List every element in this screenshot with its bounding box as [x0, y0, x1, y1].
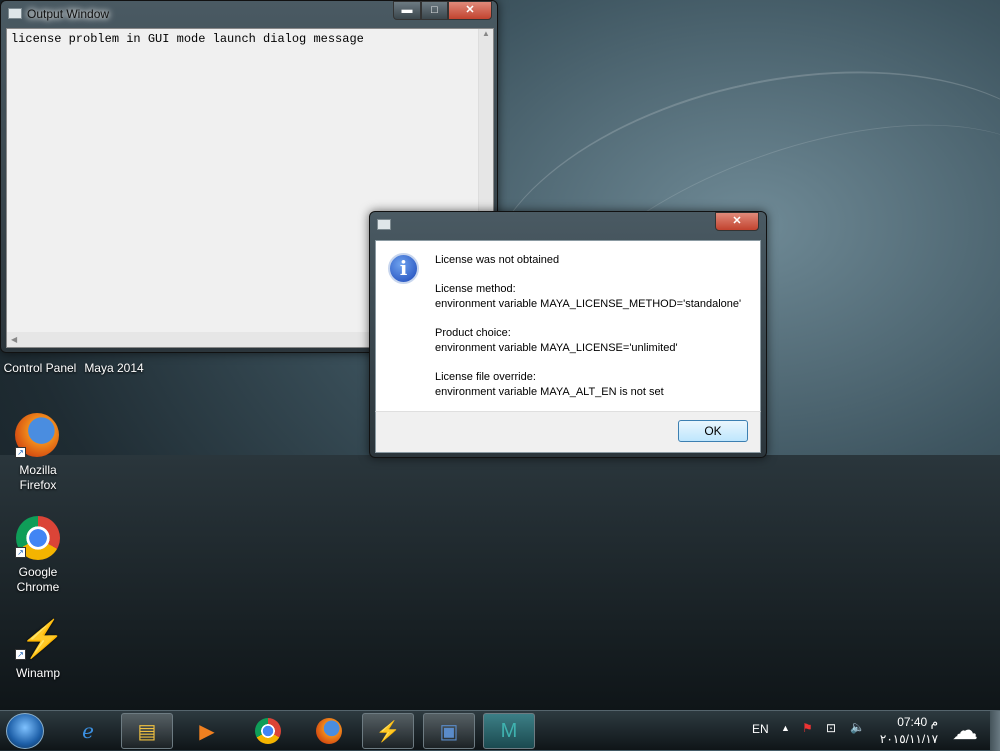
volume-icon[interactable]: 🔈 [850, 720, 865, 734]
window-icon: ▣ [439, 720, 459, 743]
license-dialog: ✕ i License was not obtained License met… [369, 211, 767, 458]
taskbar-explorer[interactable]: ▤ [121, 713, 173, 749]
dialog-content: i License was not obtained License metho… [375, 240, 761, 412]
output-text: license problem in GUI mode launch dialo… [11, 32, 364, 46]
winamp-icon: ⚡ [20, 618, 65, 659]
taskbar: ℯ ▤ ▶ ⚡ ▣ M EN ▲ ⚑ ⊡ 🔈 07:40 م ٢٠١٥/١١/١… [0, 710, 1000, 751]
app-icon [377, 219, 391, 230]
language-indicator[interactable]: EN [752, 722, 769, 736]
start-button[interactable] [6, 713, 44, 749]
close-button[interactable]: ✕ [448, 1, 492, 20]
clock-date[interactable]: ٢٠١٥/١١/١٧ [876, 732, 942, 746]
taskbar-output-window[interactable]: ▣ [423, 713, 475, 749]
info-icon: i [388, 253, 419, 284]
weather-icon[interactable]: ☁ [952, 715, 978, 746]
icon-label: Winamp [15, 666, 60, 680]
app-icon [8, 8, 22, 19]
clock-time[interactable]: 07:40 م [888, 715, 938, 729]
dialog-heading: License was not obtained [435, 254, 560, 266]
folder-icon: ▤ [137, 720, 157, 743]
product-value: environment variable MAYA_LICENSE='unlim… [435, 342, 678, 354]
desktop-label-maya[interactable]: Maya 2014 [82, 361, 146, 376]
taskbar-winamp[interactable]: ⚡ [362, 713, 414, 749]
window-title: Output Window [27, 7, 110, 21]
taskbar-media-player[interactable]: ▶ [181, 713, 233, 749]
ok-button[interactable]: OK [678, 420, 748, 442]
close-button[interactable]: ✕ [715, 212, 759, 231]
show-hidden-icons-button[interactable]: ▲ [781, 723, 790, 733]
override-label: License file override: [435, 371, 536, 383]
taskbar-ie[interactable]: ℯ [62, 713, 114, 749]
icon-label: Firefox [19, 478, 57, 492]
desktop-label-control-panel[interactable]: Control Panel [2, 361, 78, 376]
icon-label: Chrome [16, 580, 60, 594]
wallpaper-floor [0, 455, 1000, 710]
icon-label: Google [18, 565, 58, 579]
dialog-footer: OK [375, 411, 761, 453]
method-label: License method: [435, 283, 516, 295]
action-center-flag-icon[interactable]: ⚑ [802, 721, 813, 735]
maximize-button[interactable]: □ [421, 1, 448, 20]
shortcut-arrow-icon: ↗ [15, 649, 26, 660]
taskbar-firefox[interactable] [303, 713, 355, 749]
taskbar-maya[interactable]: M [483, 713, 535, 749]
media-player-icon: ▶ [199, 720, 215, 743]
product-label: Product choice: [435, 327, 511, 339]
maya-icon: M [500, 719, 518, 742]
icon-label: Mozilla [19, 463, 57, 477]
taskbar-chrome[interactable] [242, 713, 294, 749]
network-icon[interactable]: ⊡ [826, 721, 836, 735]
method-value: environment variable MAYA_LICENSE_METHOD… [435, 298, 742, 310]
show-desktop-button[interactable] [990, 711, 1000, 751]
ie-icon: ℯ [82, 720, 94, 743]
firefox-icon [316, 718, 342, 744]
chrome-icon [255, 718, 281, 744]
minimize-button[interactable]: ▬ [393, 1, 421, 20]
shortcut-arrow-icon: ↗ [15, 447, 26, 458]
winamp-icon: ⚡ [375, 720, 401, 743]
override-value: environment variable MAYA_ALT_EN is not … [435, 386, 664, 398]
shortcut-arrow-icon: ↗ [15, 547, 26, 558]
